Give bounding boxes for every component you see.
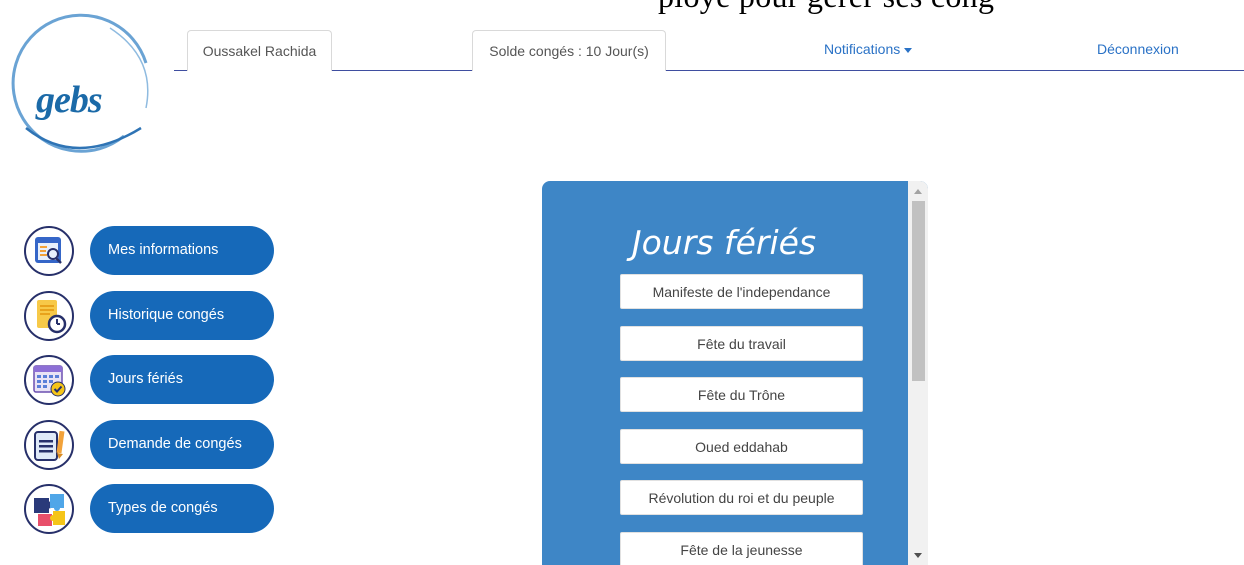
sidebar-item-mes-informations[interactable]: Mes informations xyxy=(24,226,274,276)
notifications-dropdown[interactable]: Notifications xyxy=(824,41,913,57)
sidebar-item-label[interactable]: Historique congés xyxy=(90,291,274,340)
scroll-up-arrow-icon[interactable] xyxy=(914,189,922,194)
holiday-item[interactable]: Manifeste de l'independance xyxy=(620,274,863,309)
scroll-down-arrow-icon[interactable] xyxy=(914,553,922,558)
holiday-item[interactable]: Fête du Trône xyxy=(620,377,863,412)
sidebar-item-label[interactable]: Demande de congés xyxy=(90,420,274,469)
document-clock-icon xyxy=(24,291,74,341)
document-list-icon xyxy=(24,420,74,470)
scroll-thumb[interactable] xyxy=(912,201,925,381)
caret-down-icon xyxy=(904,47,913,53)
panel-title: Jours fériés xyxy=(631,223,817,262)
sidebar-item-label[interactable]: Types de congés xyxy=(90,484,274,533)
sidebar-item-demande-conges[interactable]: Demande de congés xyxy=(24,420,274,470)
holidays-panel: Jours fériés Manifeste de l'independance… xyxy=(542,181,928,565)
holiday-item[interactable]: Révolution du roi et du peuple xyxy=(620,480,863,515)
calendar-check-icon xyxy=(24,355,74,405)
holiday-item[interactable]: Fête de la jeunesse xyxy=(620,532,863,565)
sidebar-item-types-conges[interactable]: Types de congés xyxy=(24,484,274,534)
sidebar-item-label[interactable]: Mes informations xyxy=(90,226,274,275)
sidebar-item-label[interactable]: Jours fériés xyxy=(90,355,274,404)
logout-link[interactable]: Déconnexion xyxy=(1097,41,1179,57)
profile-search-icon xyxy=(24,226,74,276)
nav-divider xyxy=(174,70,1244,71)
tab-leave-balance[interactable]: Solde congés : 10 Jour(s) xyxy=(472,30,666,71)
sidebar-item-historique-conges[interactable]: Historique congés xyxy=(24,291,274,341)
puzzle-icon xyxy=(24,484,74,534)
holiday-item[interactable]: Oued eddahab xyxy=(620,429,863,464)
panel-scrollbar[interactable] xyxy=(908,181,928,565)
logo-text: gebs xyxy=(36,79,103,121)
tab-user-name[interactable]: Oussakel Rachida xyxy=(187,30,332,71)
notifications-label: Notifications xyxy=(824,41,901,57)
cropped-heading-text: ployé pour gérer ses cong xyxy=(658,0,994,15)
holiday-item[interactable]: Fête du travail xyxy=(620,326,863,361)
gebs-logo: gebs xyxy=(6,8,156,158)
sidebar-item-jours-feries[interactable]: Jours fériés xyxy=(24,355,274,405)
